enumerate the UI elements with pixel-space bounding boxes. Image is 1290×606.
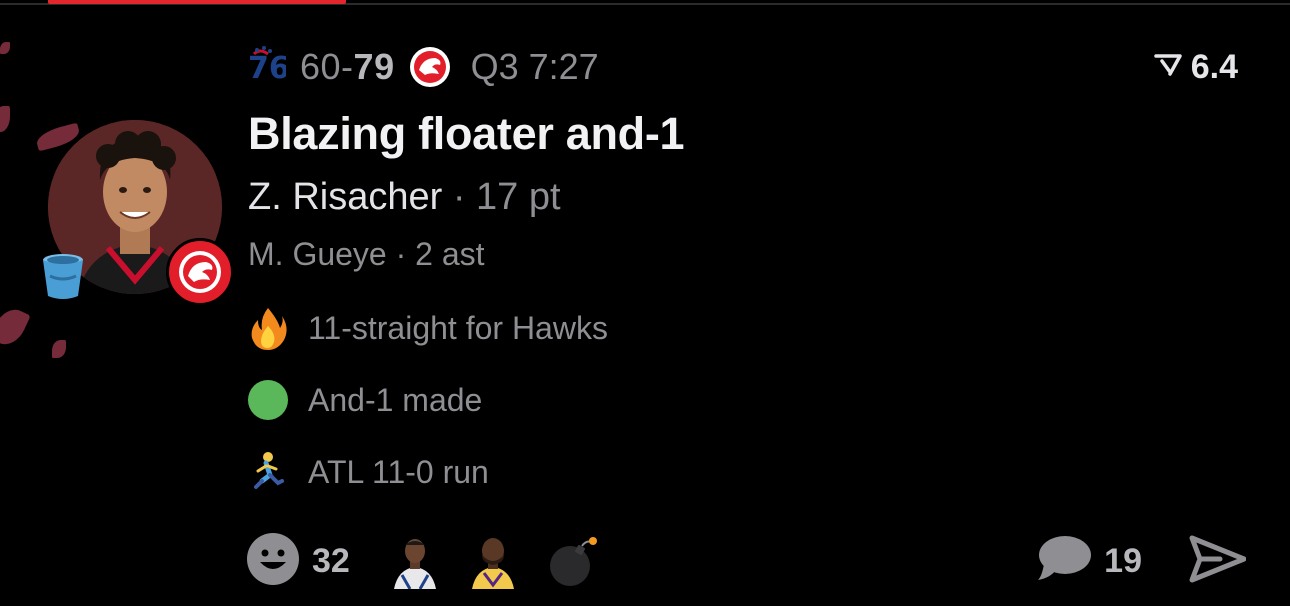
game-header[interactable]: 76 60-79 Q3 7:27 (248, 44, 599, 90)
note-text: ATL 11-0 run (308, 453, 489, 490)
hawks-badge-icon (166, 238, 234, 306)
petal-decoration (0, 303, 31, 351)
tab-indicator (48, 0, 346, 4)
reactions[interactable]: 32 (246, 532, 598, 590)
comment-bubble-icon[interactable] (1036, 534, 1092, 589)
petal-decoration (52, 340, 66, 358)
svg-text:76: 76 (248, 51, 286, 86)
score: 60-79 (300, 46, 395, 88)
fire-icon (246, 306, 290, 350)
comment-count[interactable]: 19 (1104, 542, 1142, 581)
hawks-logo-icon (409, 46, 451, 88)
scorer-line[interactable]: Z. Risacher · 17 pt (248, 176, 561, 219)
sixers-76-logo-icon: 76 (248, 44, 290, 91)
note-streak: 11-straight for Hawks (246, 306, 608, 350)
score-separator: - (341, 46, 354, 87)
play-card[interactable]: 76 60-79 Q3 7:27 6.4 Blazing floater and… (0, 0, 1290, 606)
runner-icon (246, 450, 290, 494)
scorer-points: · 17 pt (442, 176, 561, 218)
away-score: 60 (300, 46, 342, 87)
rating-value: 6.4 (1190, 47, 1238, 86)
play-rating[interactable]: 6.4 (1153, 44, 1238, 90)
note-run: ATL 11-0 run (246, 450, 489, 494)
note-text: And-1 made (308, 381, 483, 418)
play-title: Blazing floater and-1 (248, 108, 685, 159)
send-icon[interactable] (1188, 534, 1247, 589)
home-score: 79 (353, 46, 395, 87)
petal-decoration (0, 42, 10, 54)
bucket-icon (38, 250, 88, 302)
note-text: 11-straight for Hawks (308, 309, 608, 346)
player-reaction-face-1[interactable] (390, 533, 440, 590)
green-circle-icon (246, 378, 290, 422)
note-and-one: And-1 made (246, 378, 482, 422)
comments-and-share: 19 (1036, 532, 1247, 590)
assist-line[interactable]: M. Gueye · 2 ast (248, 236, 485, 273)
rating-chevron-icon (1153, 52, 1183, 83)
reaction-count: 32 (312, 541, 350, 580)
player-reaction-face-2[interactable] (468, 533, 518, 589)
action-bar: 32 19 (246, 532, 1247, 590)
scorer-name[interactable]: Z. Risacher (248, 176, 442, 218)
petal-decoration (0, 106, 10, 132)
bomb-icon[interactable] (548, 534, 598, 588)
game-clock: Q3 7:27 (470, 46, 599, 87)
smiley-icon[interactable] (246, 532, 300, 591)
